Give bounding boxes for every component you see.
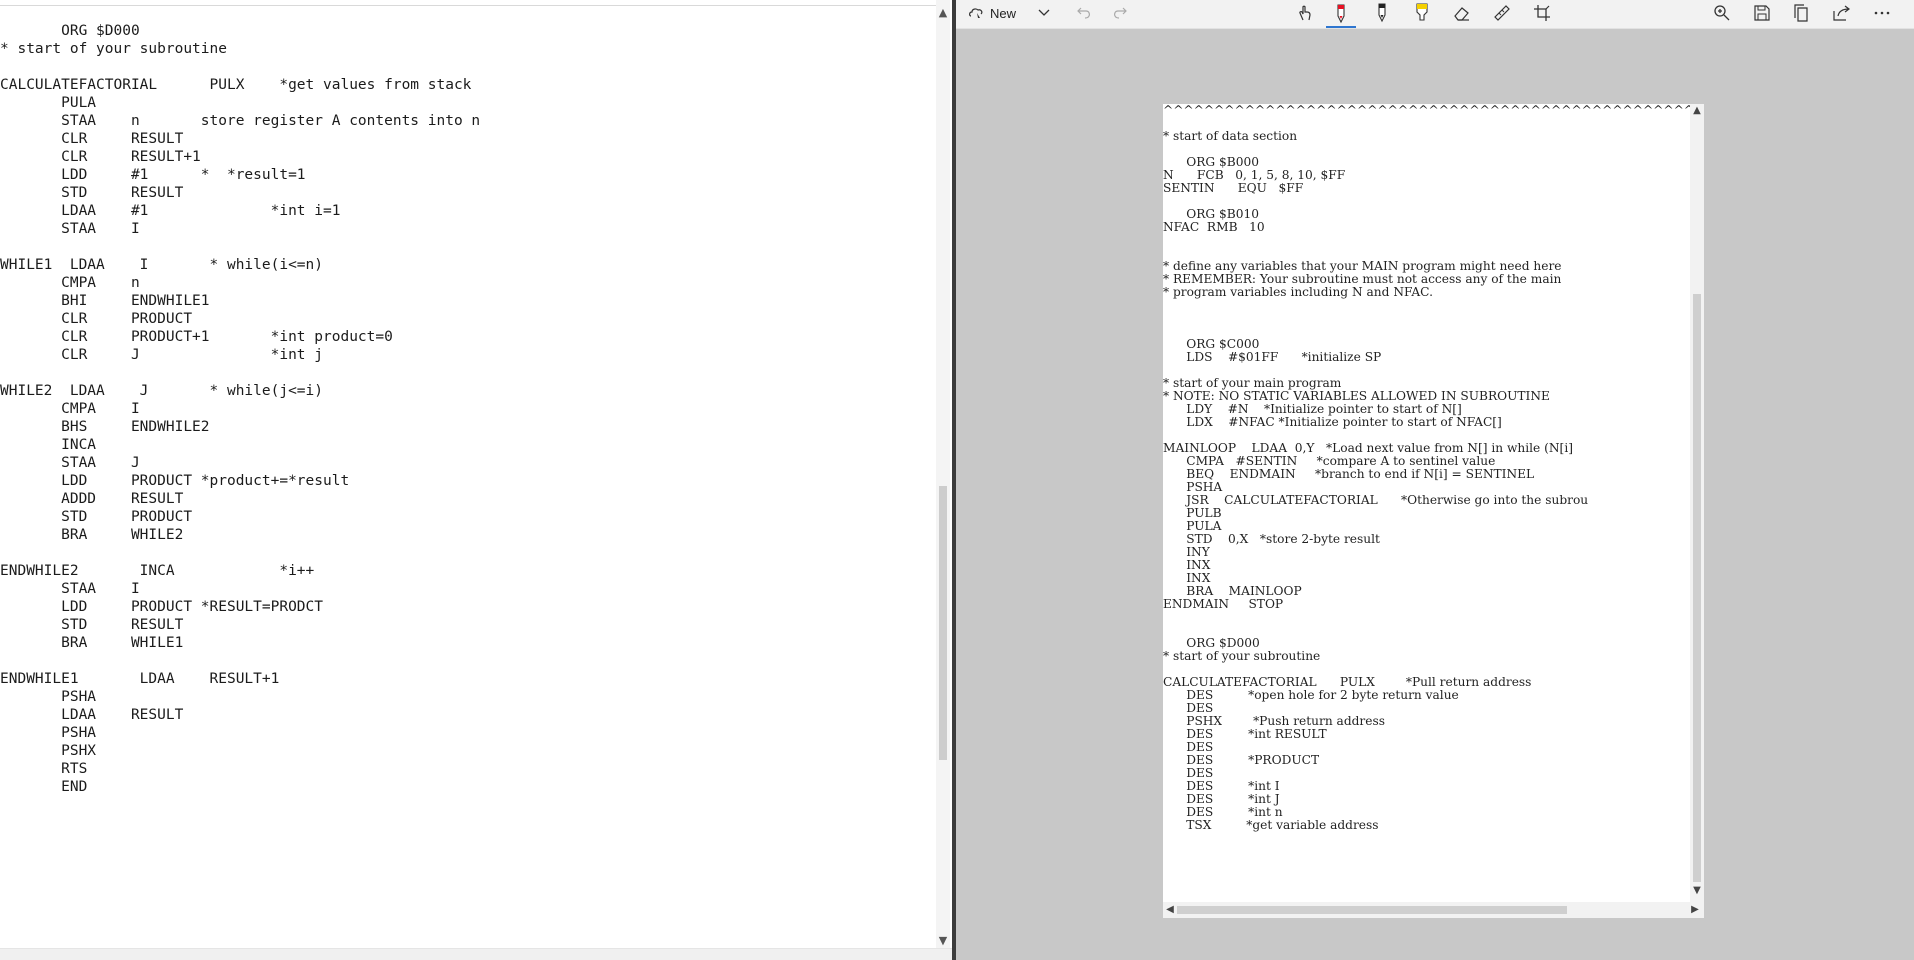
ballpoint-pen-icon[interactable] [1326,2,1356,28]
ruler-icon[interactable] [1490,2,1514,24]
new-label: New [990,5,1017,21]
document-horizontal-scrollbar[interactable]: ◀ ▶ [1163,902,1704,918]
document-vertical-scrollbar[interactable]: ▲ ▼ [1690,104,1704,902]
pencil-icon[interactable] [1370,2,1394,24]
scroll-right-arrow-icon[interactable]: ▶ [1688,902,1702,918]
scroll-thumb[interactable] [1693,294,1701,882]
scroll-down-arrow-icon[interactable]: ▼ [936,934,950,948]
sketch-icon [968,6,984,20]
document-text: ^^^^^^^^^^^^^^^^^^^^^^^^^^^^^^^^^^^^^^^^… [1163,104,1695,832]
copy-icon[interactable] [1790,2,1814,24]
undo-icon[interactable] [1074,2,1094,24]
scroll-thumb[interactable] [1177,906,1567,914]
crop-icon[interactable] [1530,2,1554,24]
eraser-icon[interactable] [1450,2,1474,24]
save-icon[interactable] [1750,2,1774,24]
new-button[interactable]: New [968,2,1028,24]
scroll-thumb[interactable] [939,486,947,760]
editor-vertical-scrollbar[interactable]: ▲ ▼ [936,0,950,948]
chevron-down-icon[interactable] [1036,2,1052,24]
image-viewer-pane: New ^^^^^^^^^^^^^^^^^^^^^^^^^^^^^^^^^^^^… [956,0,1914,960]
viewer-toolbar: New [956,0,1914,29]
code-editor-text[interactable]: ORG $D000 * start of your subroutine CAL… [0,22,480,796]
scroll-down-arrow-icon[interactable]: ▼ [1690,884,1704,898]
more-icon[interactable] [1870,2,1894,24]
code-editor-pane: ORG $D000 * start of your subroutine CAL… [0,0,952,960]
scroll-up-arrow-icon[interactable]: ▲ [936,6,950,20]
document-canvas[interactable]: ^^^^^^^^^^^^^^^^^^^^^^^^^^^^^^^^^^^^^^^^… [1163,104,1704,918]
redo-icon[interactable] [1110,2,1130,24]
highlighter-icon[interactable] [1410,2,1434,24]
scroll-left-arrow-icon[interactable]: ◀ [1163,902,1177,918]
scroll-up-arrow-icon[interactable]: ▲ [1690,104,1704,118]
editor-status-strip [0,948,952,960]
share-icon[interactable] [1830,2,1854,24]
touch-writing-icon[interactable] [1294,2,1316,24]
zoom-in-icon[interactable] [1710,2,1734,24]
editor-top-border [0,0,940,6]
